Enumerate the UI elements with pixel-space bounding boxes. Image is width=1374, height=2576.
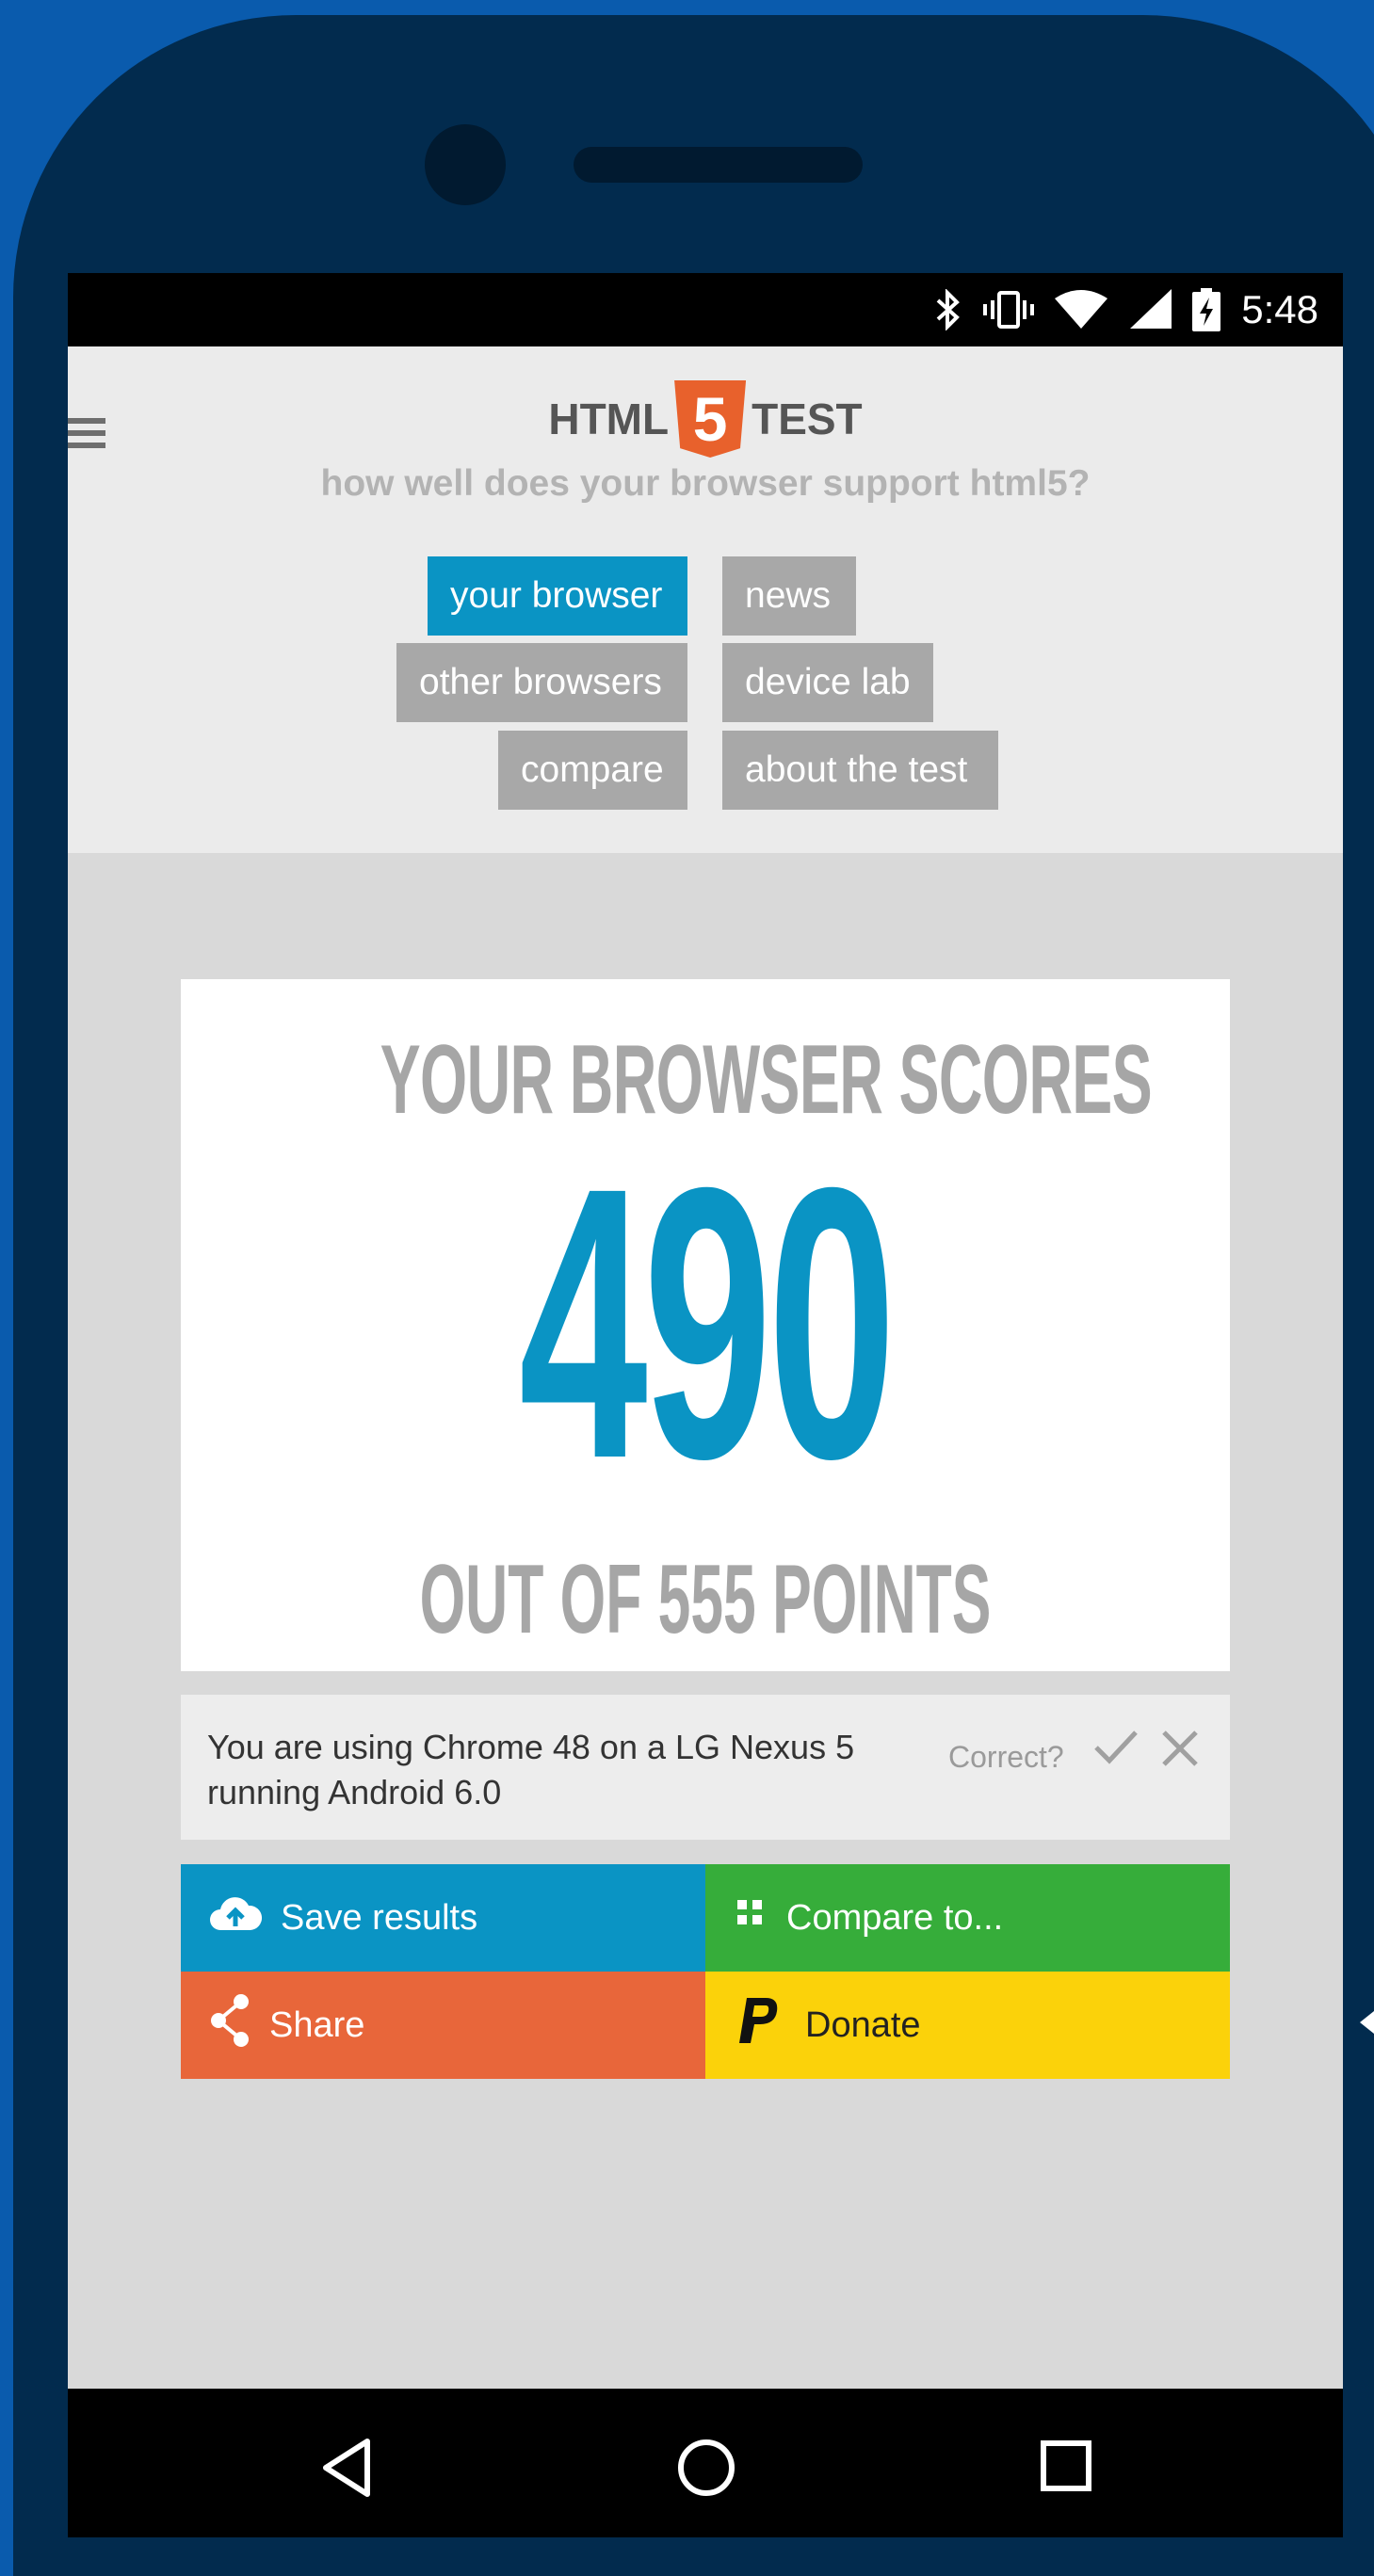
site-header: HTML 5 TEST how well does your browser s… xyxy=(68,346,1343,853)
browser-detection-text: You are using Chrome 48 on a LG Nexus 5 … xyxy=(207,1725,923,1815)
save-results-label: Save results xyxy=(281,1897,478,1938)
status-bar: 5:48 xyxy=(68,273,1343,346)
close-icon[interactable] xyxy=(1160,1729,1200,1773)
site-logo[interactable]: HTML 5 TEST xyxy=(68,380,1343,458)
wifi-icon xyxy=(1055,289,1108,330)
html5-shield-icon: 5 xyxy=(674,380,747,458)
front-camera xyxy=(425,124,506,205)
earpiece-speaker xyxy=(574,147,863,183)
donate-button[interactable]: Donate xyxy=(705,1972,1230,2079)
nav-news[interactable]: news xyxy=(722,556,856,636)
nav-device-lab[interactable]: device lab xyxy=(722,643,933,722)
check-icon[interactable] xyxy=(1092,1727,1140,1773)
share-button[interactable]: Share xyxy=(181,1972,705,2079)
score-card: YOUR BROWSER SCORES 490 OUT OF 555 POINT… xyxy=(181,979,1230,1671)
home-icon[interactable] xyxy=(676,2438,736,2503)
correct-label: Correct? xyxy=(948,1740,1064,1774)
detection-line-1: You are using Chrome 48 on a LG Nexus 5 xyxy=(207,1728,855,1766)
vibrate-icon xyxy=(983,289,1035,330)
nav-about-the-test[interactable]: about the test xyxy=(722,731,998,810)
donate-label: Donate xyxy=(805,2004,921,2045)
score-value: 490 xyxy=(518,1107,897,1538)
compare-to-label: Compare to... xyxy=(786,1897,1004,1938)
score-total: OUT OF 555 POINTS xyxy=(419,1545,992,1654)
screen: 5:48 HTML 5 TEST how well does your brow… xyxy=(68,273,1343,2537)
back-icon[interactable] xyxy=(320,2438,373,2503)
recent-apps-icon[interactable] xyxy=(1038,2438,1094,2499)
compare-to-button[interactable]: Compare to... xyxy=(705,1864,1230,1972)
browser-detection-box: You are using Chrome 48 on a LG Nexus 5 … xyxy=(181,1695,1230,1840)
paypal-icon xyxy=(734,1994,786,2056)
android-nav-bar xyxy=(68,2389,1343,2537)
nav-your-browser[interactable]: your browser xyxy=(428,556,687,636)
cloud-upload-icon xyxy=(209,1894,263,1941)
share-label: Share xyxy=(269,2004,365,2045)
clock: 5:48 xyxy=(1241,287,1318,331)
battery-charging-icon xyxy=(1192,288,1221,331)
grid-icon xyxy=(734,1896,768,1940)
cellular-signal-icon xyxy=(1128,289,1172,330)
nav-other-browsers[interactable]: other browsers xyxy=(396,643,687,722)
side-pointer-icon xyxy=(1360,2011,1374,2034)
detection-line-2: running Android 6.0 xyxy=(207,1773,502,1811)
logo-right-text: TEST xyxy=(752,394,863,443)
bluetooth-icon xyxy=(934,289,962,330)
save-results-button[interactable]: Save results xyxy=(181,1864,705,1972)
share-icon xyxy=(209,1994,251,2056)
tagline: how well does your browser support html5… xyxy=(320,463,1091,504)
nav-compare[interactable]: compare xyxy=(498,731,687,810)
logo-left-text: HTML xyxy=(548,394,670,443)
